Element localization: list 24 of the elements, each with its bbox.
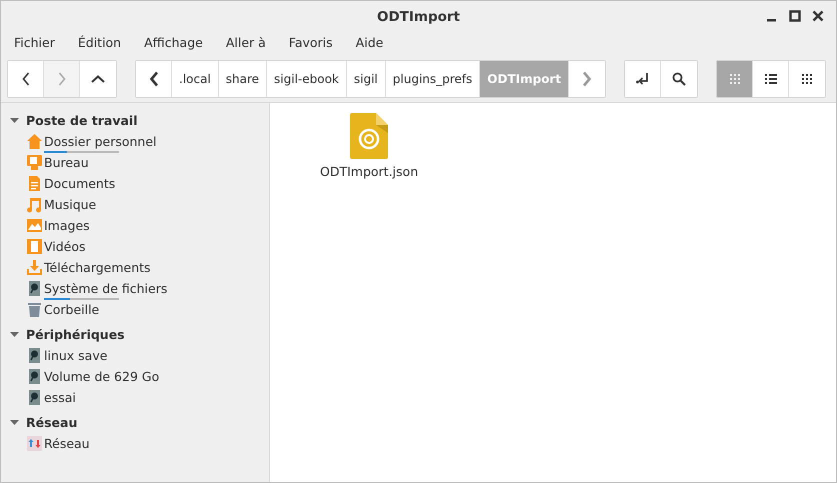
section-heading: Poste de travail xyxy=(26,112,138,128)
menu-item[interactable]: Affichage xyxy=(144,34,203,50)
menu-item[interactable]: Fichier xyxy=(14,34,55,50)
place-label[interactable]: Dossier personnel xyxy=(44,134,157,149)
section-heading: Périphériques xyxy=(26,326,125,342)
file-name[interactable]: ODTImport.json xyxy=(320,164,418,179)
section-heading: Réseau xyxy=(26,414,78,430)
place-label[interactable]: Musique xyxy=(44,197,96,212)
place-label[interactable]: Système de fichiers xyxy=(44,281,168,296)
place-label[interactable]: Téléchargements xyxy=(44,260,151,275)
place-label[interactable]: linux save xyxy=(44,348,108,363)
menu-item[interactable]: Édition xyxy=(78,34,122,50)
menu-item[interactable]: Favoris xyxy=(288,34,333,50)
place-label[interactable]: Vidéos xyxy=(44,239,86,254)
place-label[interactable]: Corbeille xyxy=(44,302,100,317)
menu-item[interactable]: Aller à xyxy=(226,34,266,50)
menu-item[interactable]: Aide xyxy=(356,34,384,50)
window-title: ODTImport xyxy=(376,8,460,24)
place-label[interactable]: Volume de 629 Go xyxy=(44,369,160,384)
place-label[interactable]: Images xyxy=(44,218,90,233)
place-label[interactable]: Réseau xyxy=(44,436,90,451)
place-label[interactable]: essai xyxy=(44,390,76,405)
place-label[interactable]: Documents xyxy=(44,176,116,191)
place-label[interactable]: Bureau xyxy=(44,155,89,170)
